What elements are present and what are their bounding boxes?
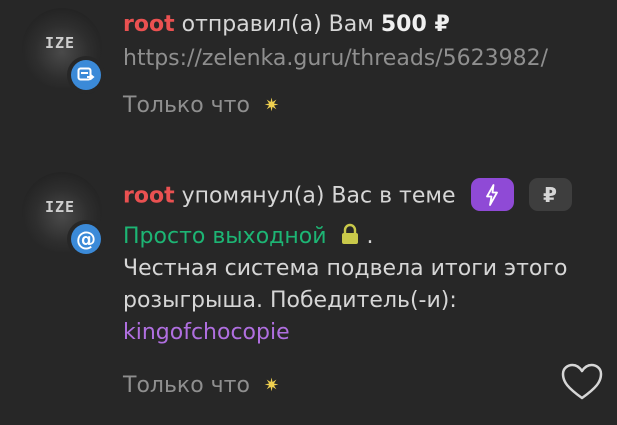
amount: 500 ₽ <box>380 12 450 37</box>
time-text: Только что <box>123 373 250 398</box>
transfer-icon <box>71 60 101 90</box>
transfer-badge <box>67 56 105 94</box>
avatar-text: IZE <box>45 198 76 216</box>
mention-badge: @ <box>67 220 105 258</box>
lock-icon <box>341 223 358 244</box>
notification-item[interactable]: IZE root отправил(а) Вам 500 ₽ https://z… <box>0 0 617 140</box>
message-line-2: розыгрыша. Победитель(-и): <box>123 288 457 313</box>
action-text: отправил(а) Вам <box>181 12 374 37</box>
ruble-badge[interactable]: ₽ <box>528 178 572 211</box>
heart-icon[interactable] <box>560 362 604 402</box>
sparkle-icon: ✷ <box>263 375 280 396</box>
lightning-badge[interactable] <box>470 178 514 211</box>
sparkle-icon: ✷ <box>263 95 280 116</box>
thread-link[interactable]: https://zelenka.guru/threads/5623982/ <box>123 46 548 71</box>
username-link[interactable]: root <box>123 12 175 37</box>
timestamp: Только что ✷ <box>123 93 279 118</box>
at-icon: @ <box>71 224 101 254</box>
winner-link[interactable]: kingofchocopie <box>123 320 290 345</box>
avatar-text: IZE <box>45 34 76 52</box>
title-punctuation: . <box>366 224 374 249</box>
message-line-1: Честная система подвела итоги этого <box>123 256 568 281</box>
action-text: упомянул(а) Вас в теме <box>181 183 456 209</box>
lightning-icon <box>486 183 498 206</box>
username-link[interactable]: root <box>123 184 175 209</box>
notification-item[interactable]: IZE @ root упомянул(а) Вас в теме ₽ Прос… <box>0 140 617 425</box>
thread-title-link[interactable]: Просто выходной <box>123 224 327 249</box>
timestamp: Только что ✷ <box>123 373 279 398</box>
time-text: Только что <box>123 93 250 118</box>
